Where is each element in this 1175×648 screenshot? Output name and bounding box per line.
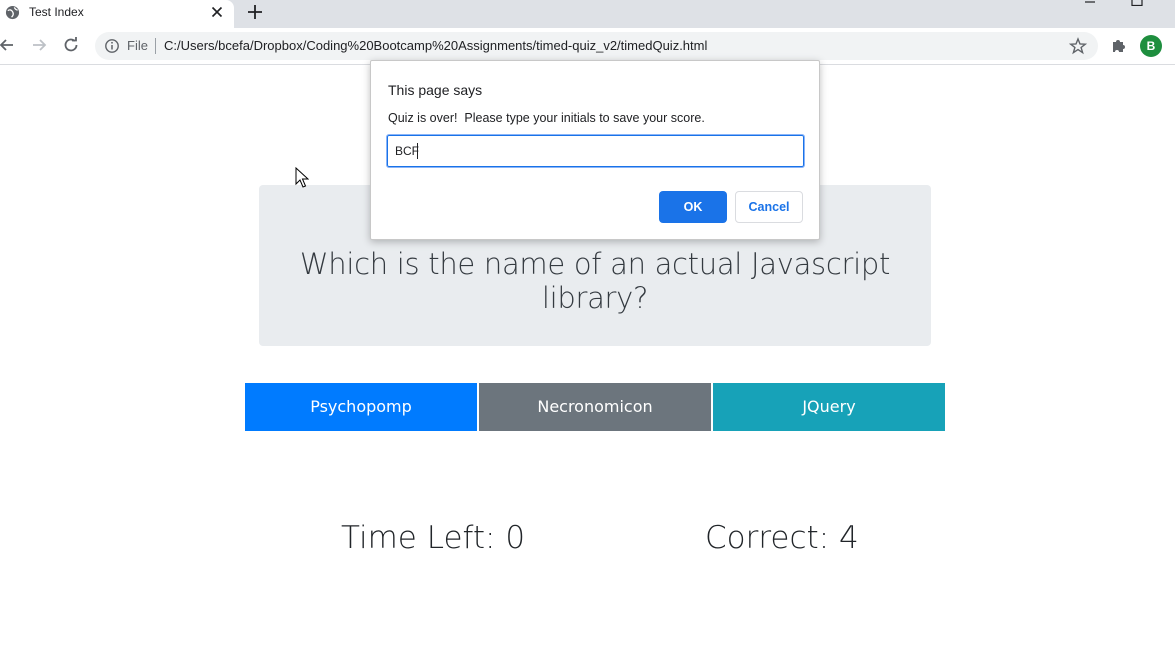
globe-icon xyxy=(5,5,20,20)
tab-strip: Test Index xyxy=(0,0,1175,28)
answer-button-jquery[interactable]: JQuery xyxy=(713,383,945,431)
arrow-right-icon[interactable] xyxy=(30,36,48,54)
cancel-button[interactable]: Cancel xyxy=(735,191,803,223)
avatar[interactable]: B xyxy=(1140,35,1162,57)
address-bar[interactable]: File C:/Users/bcefa/Dropbox/Coding%20Boo… xyxy=(95,32,1098,60)
reload-icon[interactable] xyxy=(62,36,80,54)
star-icon[interactable] xyxy=(1069,37,1087,55)
omnibox-divider xyxy=(155,38,156,54)
arrow-left-icon[interactable] xyxy=(0,36,16,54)
url-text[interactable]: C:/Users/bcefa/Dropbox/Coding%20Bootcamp… xyxy=(164,38,707,53)
browser-tab[interactable]: Test Index xyxy=(0,0,234,28)
answer-button-psychopomp[interactable]: Psychopomp xyxy=(245,383,477,431)
info-icon[interactable] xyxy=(104,38,120,54)
initials-input[interactable] xyxy=(386,134,805,168)
maximize-icon[interactable] xyxy=(1131,0,1143,6)
question-text: Which is the name of an actual Javascrip… xyxy=(299,247,891,315)
puzzle-icon[interactable] xyxy=(1110,37,1128,55)
time-left-display: Time Left: 0 xyxy=(341,520,526,556)
prompt-dialog: This page says Quiz is over! Please type… xyxy=(370,60,820,240)
scheme-label: File xyxy=(127,38,148,53)
ok-button[interactable]: OK xyxy=(659,191,727,223)
dialog-title: This page says xyxy=(388,82,483,98)
correct-count-display: Correct: 4 xyxy=(705,520,859,556)
answer-button-necronomicon[interactable]: Necronomicon xyxy=(479,383,711,431)
close-icon[interactable] xyxy=(209,4,225,20)
tab-title: Test Index xyxy=(29,5,84,19)
minimize-icon[interactable] xyxy=(1084,0,1096,4)
mouse-cursor-icon xyxy=(295,167,309,188)
dialog-message: Quiz is over! Please type your initials … xyxy=(388,111,705,125)
plus-icon[interactable] xyxy=(246,3,264,21)
text-caret xyxy=(417,143,418,159)
